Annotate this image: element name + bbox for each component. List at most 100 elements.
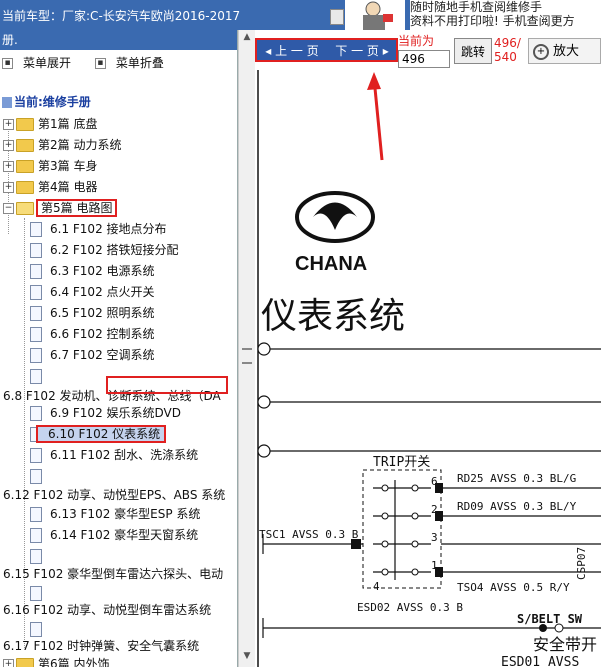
tree-item-6-9[interactable]: 6.9 F102 娱乐系统DVD [30, 403, 181, 423]
tree-root[interactable]: 当前:维修手册 [2, 92, 91, 112]
wire-label: TSC1 AVSS 0.3 B [259, 528, 359, 541]
title-dropdown-button[interactable] [330, 9, 344, 25]
tree-item-6-6[interactable]: 6.6 F102 控制系统 [30, 324, 155, 344]
document-icon [30, 222, 42, 237]
zoom-in-button[interactable]: + 放大 [528, 38, 601, 64]
document-icon [30, 586, 42, 601]
document-icon [30, 348, 42, 363]
esd-wire-label: ESD01 AVSS [501, 655, 579, 667]
document-icon [30, 306, 42, 321]
zoom-icon: + [533, 43, 549, 60]
tree-chapter-3[interactable]: + 第3篇 车身 [3, 156, 97, 176]
document-icon [30, 327, 42, 342]
page-nav-bar: ◂ 上 一 页 下 一 页 ▸ 当前为 跳转 496/540 +放大 [255, 30, 601, 70]
document-icon [30, 622, 42, 637]
tree-item-6-10[interactable]: 6.10 F102 仪表系统 [30, 424, 167, 444]
folder-icon [16, 181, 34, 194]
pane-scrollbar[interactable]: ▲ ▼ [238, 30, 255, 667]
document-icon [30, 507, 42, 522]
section-title: 仪表系统 [261, 296, 405, 337]
page-count: 496/540 [494, 36, 521, 64]
document-viewer: ◂ 上 一 页 下 一 页 ▸ 当前为 跳转 496/540 +放大 CHANA… [255, 30, 601, 667]
title-bar: 当前车型：厂家:C-长安汽车欧尚2016-2017 随时随地手机查阅维修手 资料… [0, 0, 601, 30]
tree-chapter-6[interactable]: + 第6篇 内外饰 [3, 654, 109, 667]
tree-actions: ▪ 菜单展开 ▪ 菜单折叠 [0, 50, 237, 76]
tree-item-6-17[interactable]: 6.17 F102 时钟弹簧、安全气囊系统 [3, 636, 199, 656]
minus-icon: − [3, 203, 14, 214]
side-connector-label: CSP07 [575, 547, 588, 580]
plus-icon: + [3, 182, 14, 193]
open-folder-icon [16, 202, 34, 215]
scroll-down-icon[interactable]: ▼ [241, 651, 253, 665]
scroll-grip[interactable] [242, 348, 252, 364]
next-page-button[interactable]: 下 一 页 ▸ [329, 43, 395, 59]
page-nav-group: ◂ 上 一 页 下 一 页 ▸ [255, 38, 398, 62]
wire-label: RD09 AVSS 0.3 BL/Y [457, 500, 577, 513]
belt-switch-cn: 安全带开 [533, 635, 597, 654]
tree-item-6-3[interactable]: 6.3 F102 电源系统 [30, 261, 155, 281]
belt-switch-label: S/BELT SW [517, 612, 583, 626]
document-icon [30, 448, 42, 463]
current-page-label: 当前为 [398, 34, 435, 48]
scroll-up-icon[interactable]: ▲ [241, 32, 253, 46]
trip-switch-label: TRIP开关 [373, 455, 430, 470]
document-icon [30, 369, 42, 384]
tree-item-6-4[interactable]: 6.4 F102 点火开关 [30, 282, 155, 302]
expand-icon: ▪ [2, 58, 13, 69]
tree-item-6-13[interactable]: 6.13 F102 豪华型ESP 系统 [30, 504, 200, 524]
folder-icon [16, 658, 34, 667]
tree-chapter-1[interactable]: + 第1篇 底盘 [3, 114, 97, 134]
wiring-diagram-page: CHANA 仪表系统 TRIP开关 6 2 3 4 1 RD25 AVSS 0.… [257, 70, 601, 667]
collapse-icon: ▪ [94, 58, 106, 69]
expand-menu-button[interactable]: ▪ 菜单展开 [2, 56, 81, 70]
collapse-menu-button[interactable]: ▪ 菜单折叠 [94, 56, 174, 70]
document-icon [30, 469, 42, 484]
plus-icon: + [3, 659, 14, 667]
document-icon [30, 528, 42, 543]
document-icon [30, 406, 42, 421]
wire-label: ESD02 AVSS 0.3 B [357, 601, 463, 614]
manual-tree-pane: 册. ▪ 菜单展开 ▪ 菜单折叠 当前:维修手册 + 第1篇 底盘 + 第2篇 动力系统… [0, 30, 238, 667]
tree-item-6-11[interactable]: 6.11 F102 刮水、洗涤系统 [30, 445, 198, 465]
tree-item-6-7[interactable]: 6.7 F102 空调系统 [30, 345, 155, 365]
tree-item-6-15[interactable]: 6.15 F102 豪华型倒车雷达六探头、电动 [3, 564, 223, 584]
page-number-input[interactable] [398, 50, 450, 68]
wire-label: RD25 AVSS 0.3 BL/G [457, 472, 576, 485]
prev-page-button[interactable]: ◂ 上 一 页 [259, 43, 325, 59]
tree-item-6-12[interactable]: 6.12 F102 动享、动悦型EPS、ABS 系统 [3, 485, 225, 505]
document-icon [30, 264, 42, 279]
tree-item-6-5[interactable]: 6.5 F102 照明系统 [30, 303, 155, 323]
tree-item-blank[interactable] [30, 366, 50, 386]
chana-logo-icon [295, 191, 375, 243]
pin-label: 3 [431, 531, 438, 544]
document-icon [30, 243, 42, 258]
folder-icon [16, 160, 34, 173]
tree-item-6-14[interactable]: 6.14 F102 豪华型天窗系统 [30, 525, 198, 545]
tree-item-6-16[interactable]: 6.16 F102 动享、动悦型倒车雷达系统 [3, 600, 211, 620]
plus-icon: + [3, 140, 14, 151]
tree-chapter-4[interactable]: + 第4篇 电器 [3, 177, 97, 197]
folder-icon [16, 118, 34, 131]
vehicle-info: 当前车型：厂家:C-长安汽车欧尚2016-2017 [2, 9, 241, 23]
red-arrow-annotation [367, 72, 384, 161]
jump-button[interactable]: 跳转 [454, 38, 492, 64]
tree-item-6-1[interactable]: 6.1 F102 接地点分布 [30, 219, 167, 239]
tree-chapter-2[interactable]: + 第2篇 动力系统 [3, 135, 121, 155]
logo-text: CHANA [295, 253, 367, 275]
tree-chapter-5[interactable]: − 第5篇 电路图 [3, 198, 118, 218]
wire-label: TSO4 AVSS 0.5 R/Y [457, 581, 570, 594]
mascot-icon [345, 0, 405, 30]
pane-header: 册. [0, 30, 237, 50]
tree-item-blank[interactable] [30, 546, 50, 566]
tree-item-blank[interactable] [30, 466, 50, 486]
red-highlight-box [106, 376, 228, 394]
right-arrow-icon: ▸ [382, 44, 389, 58]
plus-icon: + [3, 161, 14, 172]
tree-item-6-2[interactable]: 6.2 F102 搭铁短接分配 [30, 240, 179, 260]
plus-icon: + [3, 119, 14, 130]
document-icon [30, 285, 42, 300]
folder-icon [16, 139, 34, 152]
book-icon [2, 97, 12, 108]
document-icon [30, 549, 42, 564]
ad-banner[interactable]: 随时随地手机查阅维修手 资料不用打印啦! 手机查阅更方 [410, 0, 601, 30]
